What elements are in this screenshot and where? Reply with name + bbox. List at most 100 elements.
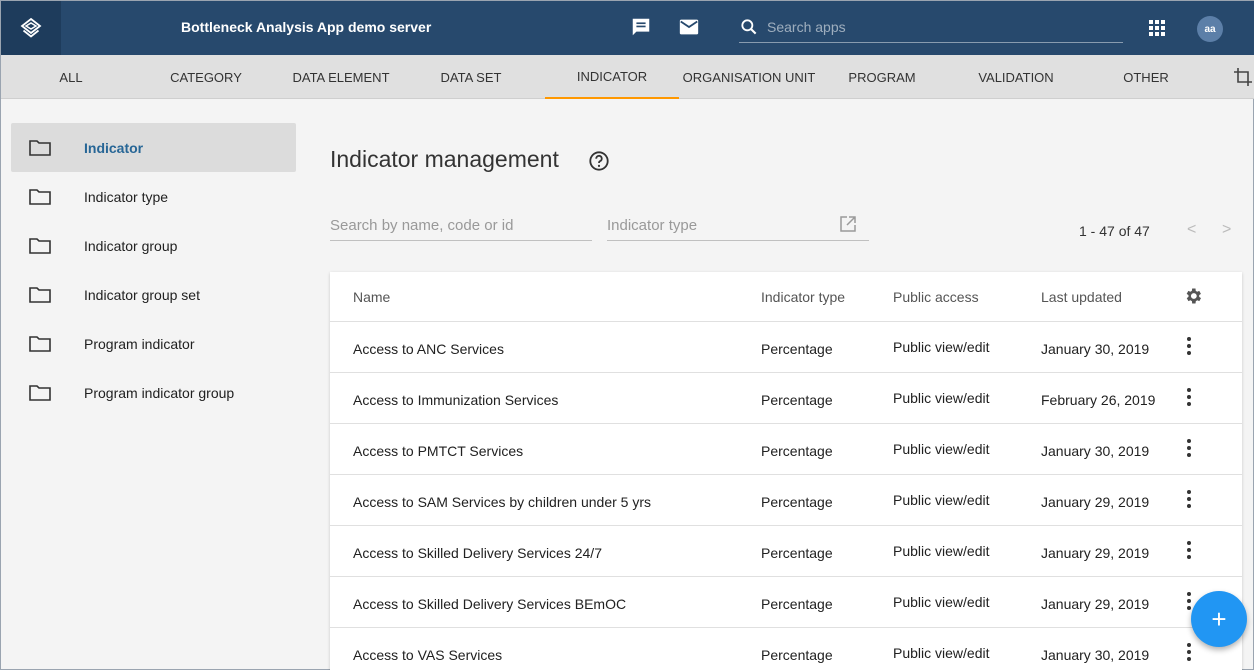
table-row[interactable]: Access to PMTCT Services Percentage Publ… xyxy=(330,424,1242,475)
cell-indicator-type: Percentage xyxy=(761,494,833,510)
folder-icon xyxy=(29,189,51,210)
column-header-name[interactable]: Name xyxy=(353,289,390,305)
folder-icon xyxy=(29,238,51,259)
column-header-indicator-type[interactable]: Indicator type xyxy=(761,289,845,305)
tab-category[interactable]: CATEGORY xyxy=(151,55,261,99)
open-in-new-icon[interactable] xyxy=(839,215,857,238)
help-icon[interactable] xyxy=(588,150,610,177)
sidebar-item-indicator-type[interactable]: Indicator type xyxy=(11,172,296,221)
tab-data-set[interactable]: DATA SET xyxy=(421,55,521,99)
cell-name: Access to Skilled Delivery Services 24/7 xyxy=(353,545,602,561)
cell-indicator-type: Percentage xyxy=(761,443,833,459)
column-header-public-access[interactable]: Public access xyxy=(893,289,979,305)
indicator-table: Name Indicator type Public access Last u… xyxy=(330,272,1242,670)
cell-name: Access to Immunization Services xyxy=(353,392,559,408)
column-header-last-updated[interactable]: Last updated xyxy=(1041,289,1122,305)
cell-public-access: Public view/edit xyxy=(893,339,990,355)
sidebar-item-indicator-group-set[interactable]: Indicator group set xyxy=(11,270,296,319)
crop-icon[interactable] xyxy=(1233,67,1253,92)
cell-last-updated: February 26, 2019 xyxy=(1041,392,1156,408)
cell-indicator-type: Percentage xyxy=(761,392,833,408)
add-indicator-button[interactable]: + xyxy=(1191,591,1247,647)
cell-name: Access to Skilled Delivery Services BEmO… xyxy=(353,596,627,612)
message-icon[interactable] xyxy=(630,16,652,43)
sidebar-item-program-indicator-group[interactable]: Program indicator group xyxy=(11,368,296,417)
cell-public-access: Public view/edit xyxy=(893,492,990,508)
cell-name: Access to ANC Services xyxy=(353,341,504,357)
sidebar-item-label: Indicator type xyxy=(84,188,169,205)
gear-icon[interactable] xyxy=(1183,286,1203,311)
cell-public-access: Public view/edit xyxy=(893,594,990,610)
cell-last-updated: January 30, 2019 xyxy=(1041,443,1150,459)
more-vert-icon[interactable] xyxy=(1186,489,1192,514)
cell-last-updated: January 29, 2019 xyxy=(1041,494,1150,510)
cell-indicator-type: Percentage xyxy=(761,545,833,561)
tab-other[interactable]: OTHER xyxy=(1101,55,1191,99)
tab-validation[interactable]: VALIDATION xyxy=(961,55,1071,99)
indicator-type-field[interactable] xyxy=(607,213,869,237)
app-header: Bottleneck Analysis App demo server aa xyxy=(1,1,1254,55)
folder-icon xyxy=(29,385,51,406)
search-icon[interactable] xyxy=(739,17,759,42)
tab-organisation-unit[interactable]: ORGANISATION UNIT xyxy=(673,55,825,99)
cell-public-access: Public view/edit xyxy=(893,543,990,559)
cell-public-access: Public view/edit xyxy=(893,645,990,661)
search-apps-input[interactable] xyxy=(767,17,1107,37)
sidebar-item-label: Program indicator group xyxy=(84,384,235,401)
folder-icon xyxy=(29,287,51,308)
next-page-button[interactable]: > xyxy=(1222,221,1231,239)
email-icon[interactable] xyxy=(678,16,700,43)
more-vert-icon[interactable] xyxy=(1186,336,1192,361)
cell-name: Access to SAM Services by children under… xyxy=(353,494,652,510)
folder-icon xyxy=(29,140,51,161)
tab-all[interactable]: ALL xyxy=(41,55,101,99)
sidebar: Indicator Indicator type Indicator group… xyxy=(11,123,296,417)
sidebar-item-label: Indicator group xyxy=(84,237,178,254)
cell-last-updated: January 30, 2019 xyxy=(1041,647,1150,663)
indicator-type-filter[interactable] xyxy=(607,213,869,241)
tab-indicator[interactable]: INDICATOR xyxy=(545,55,679,99)
more-vert-icon[interactable] xyxy=(1186,642,1192,667)
more-vert-icon[interactable] xyxy=(1186,438,1192,463)
cell-name: Access to PMTCT Services xyxy=(353,443,524,459)
app-search xyxy=(739,15,1123,43)
more-vert-icon[interactable] xyxy=(1186,540,1192,565)
pager-text: 1 - 47 of 47 xyxy=(1079,223,1150,239)
sidebar-item-label: Indicator group set xyxy=(84,286,200,303)
cell-indicator-type: Percentage xyxy=(761,341,833,357)
cell-public-access: Public view/edit xyxy=(893,390,990,406)
prev-page-button[interactable]: < xyxy=(1187,221,1196,239)
search-input[interactable] xyxy=(330,213,592,237)
sidebar-item-program-indicator[interactable]: Program indicator xyxy=(11,319,296,368)
search-filter xyxy=(330,213,592,241)
cell-last-updated: January 29, 2019 xyxy=(1041,596,1150,612)
tab-program[interactable]: PROGRAM xyxy=(837,55,927,99)
sidebar-item-indicator-group[interactable]: Indicator group xyxy=(11,221,296,270)
section-tabs: ALL CATEGORY DATA ELEMENT DATA SET INDIC… xyxy=(1,55,1254,99)
table-header: Name Indicator type Public access Last u… xyxy=(330,272,1242,322)
cell-last-updated: January 29, 2019 xyxy=(1041,545,1150,561)
add-icon: + xyxy=(1211,604,1227,634)
table-row[interactable]: Access to Immunization Services Percenta… xyxy=(330,373,1242,424)
cell-name: Access to VAS Services xyxy=(353,647,503,663)
page-title: Indicator management xyxy=(330,146,559,172)
app-title: Bottleneck Analysis App demo server xyxy=(181,19,432,35)
table-row[interactable]: Access to Skilled Delivery Services 24/7… xyxy=(330,526,1242,577)
cell-public-access: Public view/edit xyxy=(893,441,990,457)
more-vert-icon[interactable] xyxy=(1186,387,1192,412)
table-row[interactable]: Access to Skilled Delivery Services BEmO… xyxy=(330,577,1242,628)
cell-last-updated: January 30, 2019 xyxy=(1041,341,1150,357)
avatar[interactable]: aa xyxy=(1197,16,1223,42)
apps-grid-icon[interactable] xyxy=(1147,18,1167,43)
sidebar-item-label: Program indicator xyxy=(84,335,195,352)
table-row[interactable]: Access to VAS Services Percentage Public… xyxy=(330,628,1242,670)
sidebar-item-label: Indicator xyxy=(84,139,144,156)
folder-icon xyxy=(29,336,51,357)
cell-indicator-type: Percentage xyxy=(761,647,833,663)
cell-indicator-type: Percentage xyxy=(761,596,833,612)
dhis2-logo-icon[interactable] xyxy=(1,1,61,55)
tab-data-element[interactable]: DATA ELEMENT xyxy=(281,55,401,99)
table-row[interactable]: Access to ANC Services Percentage Public… xyxy=(330,322,1242,373)
sidebar-item-indicator[interactable]: Indicator xyxy=(11,123,296,172)
table-row[interactable]: Access to SAM Services by children under… xyxy=(330,475,1242,526)
